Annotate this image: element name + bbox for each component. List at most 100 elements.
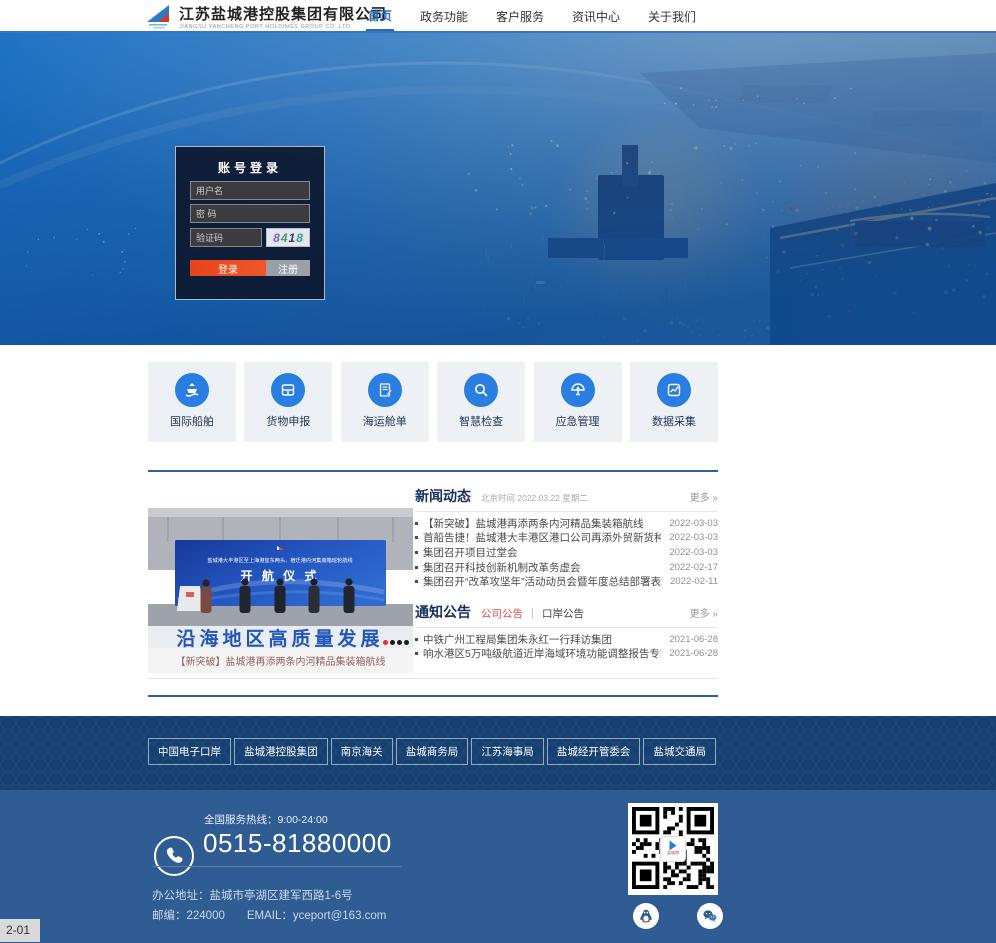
news-item-title: 【新突破】盐城港再添两条内河精品集装箱航线 <box>423 516 661 531</box>
cargo-container-icon <box>271 373 305 407</box>
section-divider-top <box>148 470 718 472</box>
manifest-pen-icon <box>368 373 402 407</box>
login-title: 账号登录 <box>176 159 324 176</box>
service-smart-inspection[interactable]: 智慧检查 <box>437 362 525 442</box>
qq-icon[interactable] <box>633 903 659 929</box>
news-item[interactable]: 集团召开科技创新机制改革务虚会 2022-02-17 <box>415 560 718 575</box>
captcha-input[interactable] <box>190 228 262 247</box>
hero-banner: 账号登录 8 4 1 8 登录 注册 <box>0 33 996 345</box>
logo[interactable]: 江苏盐城港控股集团有限公司 JIANGSU YANCHENG PORT HOLD… <box>145 3 387 34</box>
link-maritime-bureau[interactable]: 江苏海事局 <box>471 738 544 765</box>
notice-item-date: 2021-06-28 <box>669 634 718 645</box>
news-column: 新闻动态 北京时间 2022.03.22 星期二 更多 » 【新突破】盐城港再添… <box>415 486 718 661</box>
service-sea-manifest[interactable]: 海运舱单 <box>341 362 429 442</box>
carousel-caption[interactable]: 【新突破】盐城港再添两条内河精品集装箱航线 <box>148 648 413 673</box>
service-data-collection[interactable]: 数据采集 <box>630 362 718 442</box>
news-item[interactable]: 集团召开项目过堂会 2022-03-03 <box>415 545 718 560</box>
alert-icon <box>561 373 595 407</box>
bullet-icon <box>415 551 418 554</box>
nav-home[interactable]: 首页 <box>366 1 394 31</box>
service-shortcuts: 国际船舶 货物申报 海运舱单 智慧检查 应急管理 <box>148 362 718 442</box>
notices-more-link[interactable]: 更多 » <box>690 605 718 620</box>
ship-icon <box>175 373 209 407</box>
news-carousel[interactable]: 盐城港大丰港区至上海港宜东两头、宿迁港内河集装箱班轮航线 开 航 仪 式 沿海地… <box>148 508 413 648</box>
captcha-char: 4 <box>281 232 288 244</box>
link-economic-dev-committee[interactable]: 盐城经开管委会 <box>547 738 641 765</box>
service-emergency-management[interactable]: 应急管理 <box>534 362 622 442</box>
notice-item[interactable]: 响水港区5万吨级航道近岸海域环境功能调整报告专家评审会在南京顺利召开 2021-… <box>415 647 718 662</box>
notice-item[interactable]: 中铁广州工程局集团朱永红一行拜访集团 2021-06-28 <box>415 632 718 647</box>
news-item-date: 2022-03-03 <box>669 518 718 529</box>
divider <box>415 627 718 628</box>
captcha-char: 1 <box>289 232 296 244</box>
notices-header: 通知公告 公司公告 口岸公告 更多 » <box>415 602 718 624</box>
night-harbor-image <box>0 33 996 345</box>
link-transport-bureau[interactable]: 盐城交通局 <box>643 738 716 765</box>
carousel-dot[interactable] <box>397 640 402 645</box>
password-input[interactable] <box>190 204 310 223</box>
bullet-icon <box>415 580 418 583</box>
carousel-dot[interactable] <box>404 640 409 645</box>
chart-icon <box>657 373 691 407</box>
postal-email-line: 邮编：224000EMAIL：yceport@163.com <box>152 907 408 923</box>
carousel-dot-active[interactable] <box>383 640 388 645</box>
status-badge: 2-01 <box>0 919 40 942</box>
service-label: 国际船舶 <box>148 413 236 429</box>
service-cargo-declaration[interactable]: 货物申报 <box>244 362 332 442</box>
tab-company-notices[interactable]: 公司公告 <box>481 606 523 621</box>
page: 江苏盐城港控股集团有限公司 JIANGSU YANCHENG PORT HOLD… <box>0 0 996 943</box>
login-button[interactable]: 登录 <box>190 260 266 276</box>
notice-item-date: 2021-06-28 <box>669 648 718 659</box>
nav-customer-service[interactable]: 客户服务 <box>494 2 546 30</box>
username-input[interactable] <box>190 181 310 200</box>
captcha-image[interactable]: 8 4 1 8 <box>266 228 310 247</box>
register-button[interactable]: 注册 <box>266 260 310 276</box>
link-yancheng-port-group[interactable]: 盐城港控股集团 <box>234 738 328 765</box>
service-label: 智慧检查 <box>437 413 525 429</box>
notice-item-title: 响水港区5万吨级航道近岸海域环境功能调整报告专家评审会在南京顺利召开 <box>423 646 661 661</box>
nav-about-us[interactable]: 关于我们 <box>646 2 698 30</box>
news-more-link[interactable]: 更多 » <box>690 489 718 504</box>
nav-news-center[interactable]: 资讯中心 <box>570 2 622 30</box>
carousel-dot[interactable] <box>390 640 395 645</box>
news-item[interactable]: 首船告捷！盐城港大丰港区港口公司再添外贸新货种 2022-03-03 <box>415 531 718 546</box>
social-icons <box>633 903 723 929</box>
partner-links-band: 中国电子口岸 盐城港控股集团 南京海关 盐城商务局 江苏海事局 盐城经开管委会 … <box>0 716 996 790</box>
link-nanjing-customs[interactable]: 南京海关 <box>331 738 393 765</box>
news-item[interactable]: 【新突破】盐城港再添两条内河精品集装箱航线 2022-03-03 <box>415 516 718 531</box>
link-commerce-bureau[interactable]: 盐城商务局 <box>396 738 469 765</box>
news-header: 新闻动态 北京时间 2022.03.22 星期二 更多 » <box>415 486 718 508</box>
bullet-icon <box>415 522 418 525</box>
company-name-en: JIANGSU YANCHENG PORT HOLDINGS GROUP CO.… <box>179 24 387 30</box>
tab-separator <box>532 608 533 619</box>
footer: 全国服务热线：9:00-24:00 0515-81880000 办公地址：盐城市… <box>0 790 996 943</box>
divider <box>415 511 718 512</box>
bullet-icon <box>415 638 418 641</box>
ceremony-photo: 盐城港大丰港区至上海港宜东两头、宿迁港内河集装箱班轮航线 开 航 仪 式 沿海地… <box>148 508 413 648</box>
carousel-dots <box>383 640 409 645</box>
captcha-char: 8 <box>273 232 280 244</box>
news-item-title: 集团召开项目过堂会 <box>423 545 661 560</box>
news-item[interactable]: 集团召开“改革攻坚年”活动动员会暨年度总结部署表彰大会 2022-02-11 <box>415 574 718 589</box>
link-china-e-port[interactable]: 中国电子口岸 <box>148 738 231 765</box>
login-panel: 账号登录 8 4 1 8 登录 注册 <box>175 146 325 300</box>
notice-item-title: 中铁广州工程局集团朱永红一行拜访集团 <box>423 632 661 647</box>
svg-text:沿海地区高质量发展: 沿海地区高质量发展 <box>176 627 383 648</box>
nav-gov-functions[interactable]: 政务功能 <box>418 2 470 30</box>
divider <box>152 866 402 867</box>
partner-links: 中国电子口岸 盐城港控股集团 南京海关 盐城商务局 江苏海事局 盐城经开管委会 … <box>148 738 716 765</box>
news-item-date: 2022-02-11 <box>670 576 718 587</box>
news-item-date: 2022-03-03 <box>669 547 718 558</box>
company-name: 江苏盐城港控股集团有限公司 <box>179 7 387 22</box>
bullet-icon <box>415 566 418 569</box>
news-item-title: 集团召开“改革攻坚年”活动动员会暨年度总结部署表彰大会 <box>423 574 662 589</box>
wechat-icon[interactable] <box>697 903 723 929</box>
news-item-title: 集团召开科技创新机制改革务虚会 <box>423 560 661 575</box>
phone-icon <box>154 836 194 876</box>
bullet-icon <box>415 652 418 655</box>
news-item-title: 首船告捷！盐城港大丰港区港口公司再添外贸新货种 <box>423 530 661 545</box>
service-international-ships[interactable]: 国际船舶 <box>148 362 236 442</box>
news-section-title: 新闻动态 <box>415 486 471 506</box>
tab-port-notices[interactable]: 口岸公告 <box>542 606 584 621</box>
news-item-date: 2022-02-17 <box>669 562 718 573</box>
